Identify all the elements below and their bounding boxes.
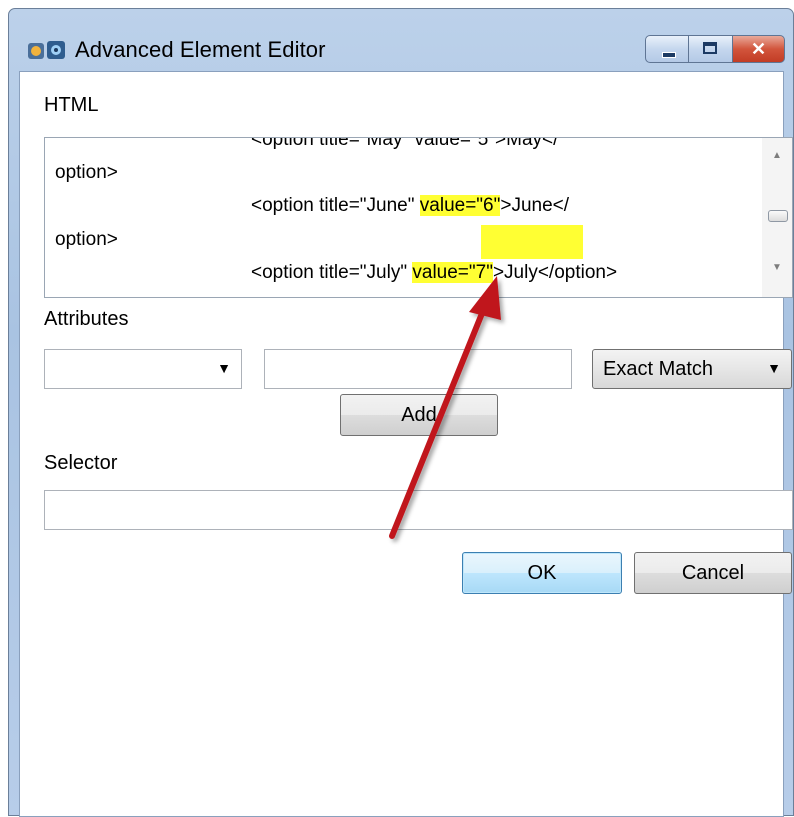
vertical-scrollbar[interactable]: ▲ ▼ xyxy=(762,138,792,297)
code-line: <option title="July" value="7">July</opt… xyxy=(251,262,617,284)
match-mode-value: Exact Match xyxy=(603,358,714,380)
close-button[interactable]: ✕ xyxy=(733,35,785,63)
maximize-icon xyxy=(703,42,717,54)
minimize-icon xyxy=(662,52,676,58)
html-textarea[interactable]: <option title="May" value="5">May</ opti… xyxy=(44,137,793,298)
cancel-button[interactable]: Cancel xyxy=(634,552,792,594)
code-line: <option title="May" value="5">May</ xyxy=(251,137,559,150)
attribute-value-input[interactable] xyxy=(264,349,572,389)
attribute-name-dropdown[interactable]: ▼ xyxy=(44,349,242,389)
title-bar[interactable]: Advanced Element Editor ✕ xyxy=(9,9,793,71)
code-text: >June</ xyxy=(500,195,570,216)
code-line: option> xyxy=(55,162,118,183)
highlighted-value: value="6" xyxy=(419,195,501,216)
code-line: option> xyxy=(55,229,118,250)
window-title: Advanced Element Editor xyxy=(75,37,326,62)
selector-input[interactable] xyxy=(44,490,793,530)
minimize-button[interactable] xyxy=(645,35,689,63)
highlighted-value: value="7" xyxy=(412,262,493,283)
add-button[interactable]: Add xyxy=(340,394,498,436)
scroll-thumb[interactable] xyxy=(768,210,788,222)
app-icon xyxy=(28,41,65,59)
highlight-block xyxy=(481,225,583,259)
caption-buttons: ✕ xyxy=(645,35,785,65)
attributes-label: Attributes xyxy=(44,308,129,330)
close-icon: ✕ xyxy=(750,38,767,59)
chevron-down-icon: ▼ xyxy=(767,360,781,376)
scroll-up-icon[interactable]: ▲ xyxy=(772,150,782,161)
code-text: <option title="July" xyxy=(251,262,413,283)
match-mode-dropdown[interactable]: Exact Match ▼ xyxy=(592,349,792,389)
code-text: >July</option> xyxy=(492,262,618,283)
scroll-down-icon[interactable]: ▼ xyxy=(772,262,782,273)
code-text: <option title="June" xyxy=(251,195,420,216)
chevron-down-icon: ▼ xyxy=(217,360,231,376)
selector-label: Selector xyxy=(44,452,118,474)
code-line: <option title="June" value="6">June</ xyxy=(251,195,569,217)
dialog-client-area: HTML <option title="May" value="5">May</… xyxy=(19,71,793,817)
html-label: HTML xyxy=(44,94,99,116)
ok-button[interactable]: OK xyxy=(462,552,622,594)
maximize-button[interactable] xyxy=(689,35,733,63)
editor-window: Advanced Element Editor ✕ HTML <option t… xyxy=(8,8,794,817)
